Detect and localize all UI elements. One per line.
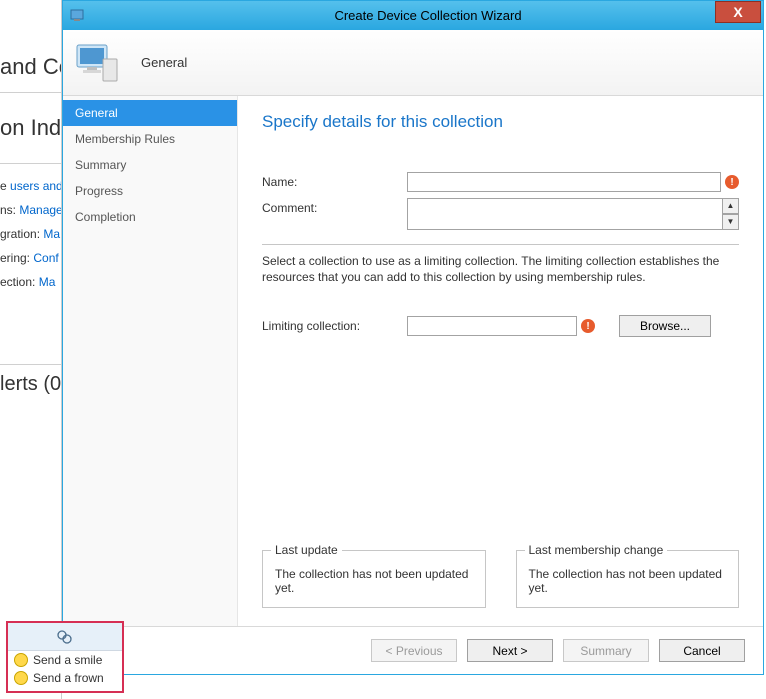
name-input[interactable] [407, 172, 721, 192]
titlebar[interactable]: Create Device Collection Wizard X [63, 1, 763, 30]
name-label: Name: [262, 172, 407, 189]
bg-line: ns: Manage [0, 198, 61, 222]
wizard-page: Specify details for this collection Name… [238, 96, 763, 626]
bg-alerts: lerts (0) [0, 364, 61, 404]
browse-button[interactable]: Browse... [619, 315, 711, 337]
group-label: Last membership change [525, 543, 668, 557]
close-button[interactable]: X [715, 1, 761, 23]
bg-heading: and Co [0, 48, 61, 93]
send-frown[interactable]: Send a frown [8, 669, 122, 687]
spinner-up-icon[interactable]: ▲ [723, 198, 739, 214]
group-last-update: Last update The collection has not been … [262, 550, 486, 608]
summary-button: Summary [563, 639, 649, 662]
bg-line: ering: Conf [0, 246, 61, 270]
nav-completion[interactable]: Completion [63, 204, 237, 230]
send-smile[interactable]: Send a smile [8, 651, 122, 669]
feedback-label: Send a smile [33, 653, 102, 667]
feedback-label: Send a frown [33, 671, 104, 685]
group-last-membership-change: Last membership change The collection ha… [516, 550, 740, 608]
bg-line: e users and [0, 174, 61, 198]
cancel-button[interactable]: Cancel [659, 639, 745, 662]
next-button[interactable]: Next > [467, 639, 553, 662]
comment-label: Comment: [262, 198, 407, 215]
feedback-popup: Send a smile Send a frown [6, 621, 124, 693]
spinner-down-icon[interactable]: ▼ [723, 214, 739, 230]
bg-line: gration: Ma [0, 222, 61, 246]
validation-error-icon: ! [581, 319, 595, 333]
help-text: Select a collection to use as a limiting… [262, 253, 739, 285]
nav-general[interactable]: General [63, 100, 237, 126]
window-title: Create Device Collection Wizard [93, 8, 763, 23]
wizard-header: General [63, 30, 763, 96]
wizard-window: Create Device Collection Wizard X Genera… [62, 0, 764, 675]
nav-membership-rules[interactable]: Membership Rules [63, 126, 237, 152]
smile-icon [14, 653, 28, 667]
frown-icon [14, 671, 28, 685]
wizard-nav: General Membership Rules Summary Progres… [63, 96, 238, 626]
previous-button: < Previous [371, 639, 457, 662]
group-text: The collection has not been updated yet. [529, 567, 727, 595]
group-label: Last update [271, 543, 342, 557]
limiting-input[interactable] [407, 316, 577, 336]
comment-spinner[interactable]: ▲ ▼ [723, 198, 739, 230]
page-heading: Specify details for this collection [262, 112, 739, 132]
nav-progress[interactable]: Progress [63, 178, 237, 204]
wizard-sysicon [69, 7, 87, 25]
feedback-icon [56, 628, 74, 646]
divider [262, 244, 739, 245]
computer-icon [73, 39, 121, 87]
comment-input[interactable] [407, 198, 723, 230]
feedback-toolbar-icon[interactable] [8, 623, 122, 651]
group-text: The collection has not been updated yet. [275, 567, 473, 595]
validation-error-icon: ! [725, 175, 739, 189]
limiting-label: Limiting collection: [262, 319, 407, 333]
bg-line: ection: Ma [0, 270, 61, 294]
bg-subheading: on Index [0, 93, 61, 164]
nav-summary[interactable]: Summary [63, 152, 237, 178]
dialog-buttons: < Previous Next > Summary Cancel [63, 626, 763, 674]
background-window: and Co on Index e users and ns: Manage g… [0, 0, 62, 699]
header-text: General [141, 55, 187, 70]
